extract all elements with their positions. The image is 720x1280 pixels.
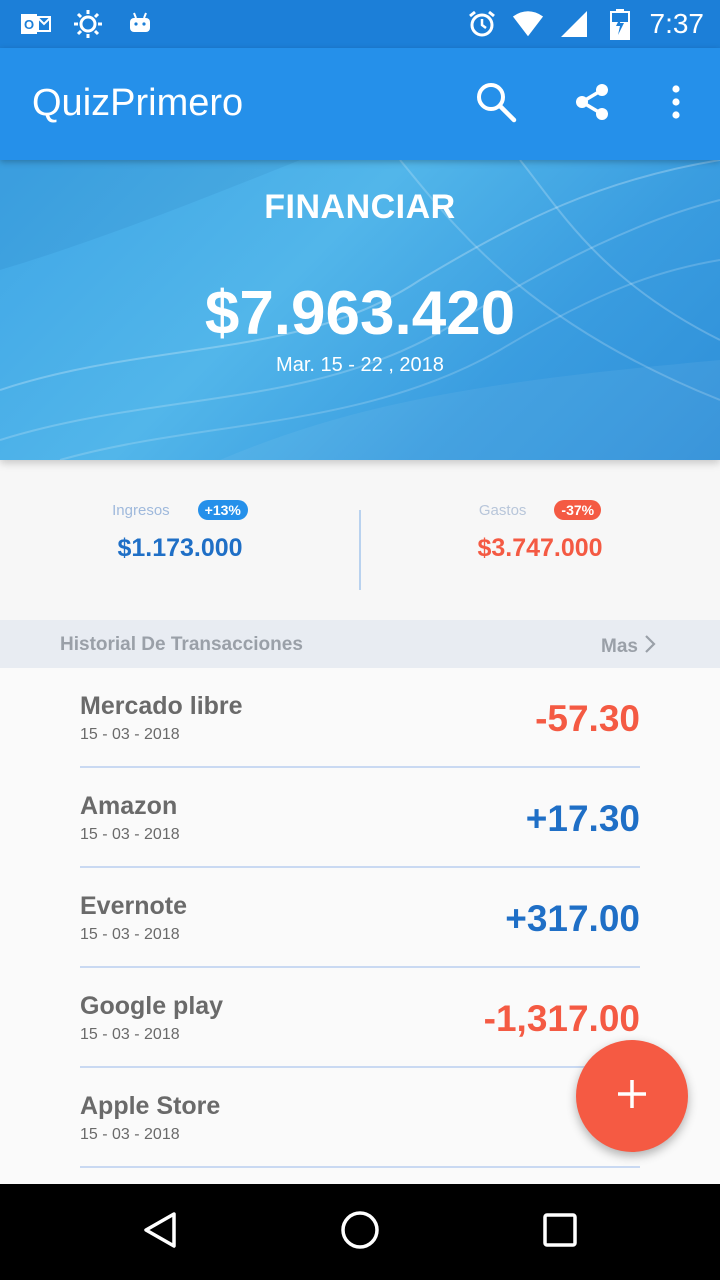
app-title: QuizPrimero [32,82,244,124]
income-label: Ingresos [112,501,170,519]
transaction-name: Evernote [80,892,187,920]
transaction-row[interactable]: Evernote 15 - 03 - 2018 +317.00 [80,868,640,968]
transaction-row[interactable]: Google play 15 - 03 - 2018 -1,317.00 [80,968,640,1068]
expense-value: $3.747.000 [477,534,603,562]
transaction-amount: -1,317.00 [483,998,640,1039]
transaction-date: 15 - 03 - 2018 [80,726,180,743]
signal-icon [558,8,590,40]
balance-hero: FINANCIAR $7.963.420 Mar. 15 - 22 , 2018 [0,160,720,460]
transaction-amount: +17.30 [525,798,640,839]
share-button[interactable] [566,78,618,130]
transaction-name: Amazon [80,792,178,820]
more-link[interactable]: Mas [601,634,656,660]
expense-summary: Gastos -37% $3.747.000 [360,500,720,563]
expense-change-badge: -37% [554,500,602,520]
history-title: Historial De Transacciones [60,634,303,655]
transaction-name: Google play [80,992,224,1020]
transaction-amount: -57.30 [535,698,640,739]
transaction-date: 15 - 03 - 2018 [80,826,180,843]
status-bar: O 7:37 [0,0,720,48]
alarm-icon [466,8,498,40]
recents-button[interactable] [536,1208,584,1256]
income-summary: Ingresos +13% $1.173.000 [0,500,360,563]
home-circle-icon [339,1209,381,1256]
svg-text:O: O [24,17,34,32]
search-icon [474,80,518,129]
app-bar: QuizPrimero [0,48,720,160]
chevron-right-icon [644,634,656,660]
recents-square-icon [542,1212,578,1253]
more-label: Mas [601,636,638,657]
transaction-amount: +317.00 [505,898,640,939]
share-icon [572,82,612,127]
add-transaction-button[interactable] [576,1040,688,1152]
transaction-name: Apple Store [80,1092,221,1120]
plus-icon [615,1077,649,1116]
transaction-row[interactable]: Mercado libre 15 - 03 - 2018 -57.30 [80,668,640,768]
system-nav-bar [0,1184,720,1280]
transaction-name: Mercado libre [80,692,243,720]
outlook-icon: O [20,8,52,40]
total-balance: $7.963.420 [204,279,516,348]
history-header: Historial De Transacciones Mas [0,620,720,668]
transaction-row[interactable]: Apple Store 15 - 03 - 2018 -5 [80,1068,640,1168]
back-triangle-icon [140,1210,180,1255]
android-icon [124,8,156,40]
status-time: 7:37 [649,8,705,39]
expense-label: Gastos [478,501,527,519]
search-button[interactable] [470,78,522,130]
income-value: $1.173.000 [117,534,243,562]
income-change-badge: +13% [197,500,248,520]
transaction-date: 15 - 03 - 2018 [80,926,180,943]
wifi-icon [512,8,544,40]
hero-label: FINANCIAR [264,188,456,226]
overflow-menu-button[interactable] [650,78,702,130]
battery-icon [604,8,636,40]
home-button[interactable] [336,1208,384,1256]
back-button[interactable] [136,1208,184,1256]
transaction-date: 15 - 03 - 2018 [80,1126,180,1143]
transaction-row[interactable]: Amazon 15 - 03 - 2018 +17.30 [80,768,640,868]
summary-panel: Ingresos +13% $1.173.000 Gastos -37% $3.… [0,460,720,620]
app-screen: O 7:37 QuizPrimero FINANCIAR $7.963.420 … [0,0,720,1280]
date-range: Mar. 15 - 22 , 2018 [276,354,444,376]
sun-icon [72,8,104,40]
more-vert-icon [670,84,682,125]
transaction-date: 15 - 03 - 2018 [80,1026,180,1043]
